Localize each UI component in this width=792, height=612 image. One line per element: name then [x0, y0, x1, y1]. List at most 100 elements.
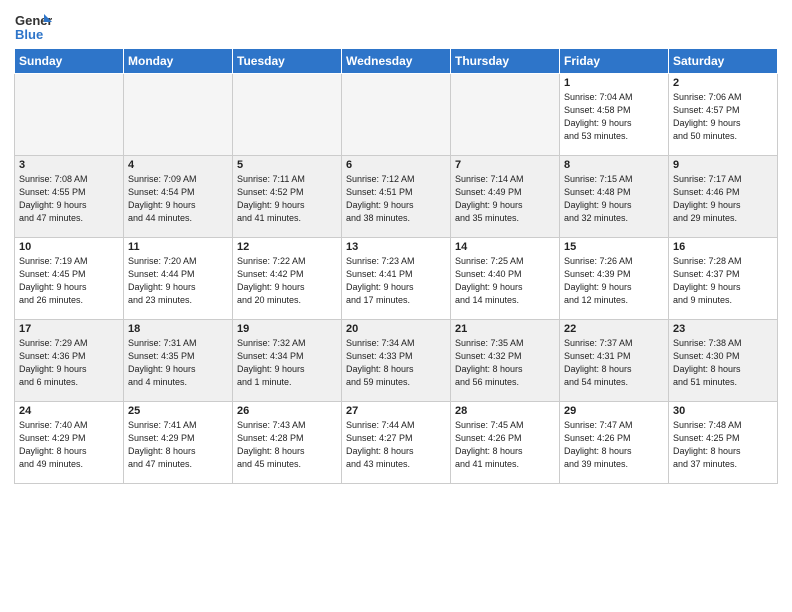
weekday-header: Wednesday: [342, 49, 451, 74]
day-number: 12: [237, 241, 337, 253]
day-info: Sunrise: 7:41 AMSunset: 4:29 PMDaylight:…: [128, 419, 228, 471]
calendar-cell: 3 Sunrise: 7:08 AMSunset: 4:55 PMDaylight…: [15, 156, 124, 238]
day-info: Sunrise: 7:37 AMSunset: 4:31 PMDaylight:…: [564, 337, 664, 389]
day-number: 7: [455, 159, 555, 171]
day-number: 8: [564, 159, 664, 171]
day-info: Sunrise: 7:11 AMSunset: 4:52 PMDaylight:…: [237, 173, 337, 225]
day-number: 28: [455, 405, 555, 417]
calendar-cell: 6 Sunrise: 7:12 AMSunset: 4:51 PMDaylight…: [342, 156, 451, 238]
calendar-week-row: 1 Sunrise: 7:04 AMSunset: 4:58 PMDaylight…: [15, 74, 778, 156]
day-number: 11: [128, 241, 228, 253]
calendar-cell: 5 Sunrise: 7:11 AMSunset: 4:52 PMDaylight…: [233, 156, 342, 238]
day-info: Sunrise: 7:32 AMSunset: 4:34 PMDaylight:…: [237, 337, 337, 389]
weekday-header: Thursday: [451, 49, 560, 74]
calendar-cell: 8 Sunrise: 7:15 AMSunset: 4:48 PMDaylight…: [560, 156, 669, 238]
day-info: Sunrise: 7:14 AMSunset: 4:49 PMDaylight:…: [455, 173, 555, 225]
day-info: Sunrise: 7:28 AMSunset: 4:37 PMDaylight:…: [673, 255, 773, 307]
day-number: 2: [673, 77, 773, 89]
calendar-cell: 4 Sunrise: 7:09 AMSunset: 4:54 PMDaylight…: [124, 156, 233, 238]
calendar-cell: 19Sunrise: 7:32 AMSunset: 4:34 PMDayligh…: [233, 320, 342, 402]
day-number: 27: [346, 405, 446, 417]
calendar-cell: 23Sunrise: 7:38 AMSunset: 4:30 PMDayligh…: [669, 320, 778, 402]
day-info: Sunrise: 7:35 AMSunset: 4:32 PMDaylight:…: [455, 337, 555, 389]
calendar-cell: [451, 74, 560, 156]
calendar-cell: 24Sunrise: 7:40 AMSunset: 4:29 PMDayligh…: [15, 402, 124, 484]
calendar-cell: 17 Sunrise: 7:29 AMSunset: 4:36 PMDayligh…: [15, 320, 124, 402]
day-number: 20: [346, 323, 446, 335]
day-info: Sunrise: 7:29 AMSunset: 4:36 PMDaylight:…: [19, 337, 119, 389]
page-header: General Blue: [14, 10, 778, 44]
day-info: Sunrise: 7:31 AMSunset: 4:35 PMDaylight:…: [128, 337, 228, 389]
logo-icon: General Blue: [14, 10, 52, 44]
calendar-cell: 15 Sunrise: 7:26 AMSunset: 4:39 PMDayligh…: [560, 238, 669, 320]
day-number: 5: [237, 159, 337, 171]
day-number: 9: [673, 159, 773, 171]
day-number: 17: [19, 323, 119, 335]
calendar-week-row: 24Sunrise: 7:40 AMSunset: 4:29 PMDayligh…: [15, 402, 778, 484]
svg-text:Blue: Blue: [15, 27, 43, 42]
calendar-cell: [15, 74, 124, 156]
calendar-cell: 22 Sunrise: 7:37 AMSunset: 4:31 PMDayligh…: [560, 320, 669, 402]
day-info: Sunrise: 7:15 AMSunset: 4:48 PMDaylight:…: [564, 173, 664, 225]
calendar-week-row: 3 Sunrise: 7:08 AMSunset: 4:55 PMDaylight…: [15, 156, 778, 238]
calendar-cell: 21Sunrise: 7:35 AMSunset: 4:32 PMDayligh…: [451, 320, 560, 402]
day-info: Sunrise: 7:40 AMSunset: 4:29 PMDaylight:…: [19, 419, 119, 471]
day-number: 30: [673, 405, 773, 417]
day-number: 22: [564, 323, 664, 335]
day-info: Sunrise: 7:08 AMSunset: 4:55 PMDaylight:…: [19, 173, 119, 225]
calendar-cell: [342, 74, 451, 156]
calendar-cell: 29 Sunrise: 7:47 AMSunset: 4:26 PMDayligh…: [560, 402, 669, 484]
calendar-cell: 25 Sunrise: 7:41 AMSunset: 4:29 PMDayligh…: [124, 402, 233, 484]
day-info: Sunrise: 7:20 AMSunset: 4:44 PMDaylight:…: [128, 255, 228, 307]
day-info: Sunrise: 7:25 AMSunset: 4:40 PMDaylight:…: [455, 255, 555, 307]
day-number: 1: [564, 77, 664, 89]
weekday-header: Friday: [560, 49, 669, 74]
day-number: 25: [128, 405, 228, 417]
day-number: 4: [128, 159, 228, 171]
day-info: Sunrise: 7:06 AMSunset: 4:57 PMDaylight:…: [673, 91, 773, 143]
calendar-cell: 1 Sunrise: 7:04 AMSunset: 4:58 PMDaylight…: [560, 74, 669, 156]
calendar-cell: 18 Sunrise: 7:31 AMSunset: 4:35 PMDayligh…: [124, 320, 233, 402]
day-number: 6: [346, 159, 446, 171]
day-number: 3: [19, 159, 119, 171]
calendar-cell: 9Sunrise: 7:17 AMSunset: 4:46 PMDaylight…: [669, 156, 778, 238]
day-number: 15: [564, 241, 664, 253]
day-info: Sunrise: 7:44 AMSunset: 4:27 PMDaylight:…: [346, 419, 446, 471]
day-info: Sunrise: 7:43 AMSunset: 4:28 PMDaylight:…: [237, 419, 337, 471]
day-number: 18: [128, 323, 228, 335]
day-info: Sunrise: 7:26 AMSunset: 4:39 PMDaylight:…: [564, 255, 664, 307]
day-info: Sunrise: 7:45 AMSunset: 4:26 PMDaylight:…: [455, 419, 555, 471]
calendar-cell: 30 Sunrise: 7:48 AMSunset: 4:25 PMDayligh…: [669, 402, 778, 484]
day-info: Sunrise: 7:47 AMSunset: 4:26 PMDaylight:…: [564, 419, 664, 471]
calendar-header-row: SundayMondayTuesdayWednesdayThursdayFrid…: [15, 49, 778, 74]
calendar-week-row: 17 Sunrise: 7:29 AMSunset: 4:36 PMDayligh…: [15, 320, 778, 402]
day-info: Sunrise: 7:09 AMSunset: 4:54 PMDaylight:…: [128, 173, 228, 225]
calendar-week-row: 10Sunrise: 7:19 AMSunset: 4:45 PMDayligh…: [15, 238, 778, 320]
day-number: 29: [564, 405, 664, 417]
calendar-cell: 2 Sunrise: 7:06 AMSunset: 4:57 PMDaylight…: [669, 74, 778, 156]
day-info: Sunrise: 7:19 AMSunset: 4:45 PMDaylight:…: [19, 255, 119, 307]
calendar-cell: 28 Sunrise: 7:45 AMSunset: 4:26 PMDayligh…: [451, 402, 560, 484]
day-number: 26: [237, 405, 337, 417]
calendar-cell: [124, 74, 233, 156]
day-info: Sunrise: 7:34 AMSunset: 4:33 PMDaylight:…: [346, 337, 446, 389]
calendar-table: SundayMondayTuesdayWednesdayThursdayFrid…: [14, 48, 778, 484]
day-number: 16: [673, 241, 773, 253]
day-number: 14: [455, 241, 555, 253]
calendar-cell: 12 Sunrise: 7:22 AMSunset: 4:42 PMDayligh…: [233, 238, 342, 320]
day-info: Sunrise: 7:04 AMSunset: 4:58 PMDaylight:…: [564, 91, 664, 143]
calendar-cell: 7 Sunrise: 7:14 AMSunset: 4:49 PMDaylight…: [451, 156, 560, 238]
calendar-cell: 20 Sunrise: 7:34 AMSunset: 4:33 PMDayligh…: [342, 320, 451, 402]
weekday-header: Sunday: [15, 49, 124, 74]
calendar-cell: 10Sunrise: 7:19 AMSunset: 4:45 PMDayligh…: [15, 238, 124, 320]
day-info: Sunrise: 7:12 AMSunset: 4:51 PMDaylight:…: [346, 173, 446, 225]
day-number: 23: [673, 323, 773, 335]
calendar-cell: 14 Sunrise: 7:25 AMSunset: 4:40 PMDayligh…: [451, 238, 560, 320]
logo: General Blue: [14, 10, 52, 44]
calendar-cell: [233, 74, 342, 156]
day-info: Sunrise: 7:22 AMSunset: 4:42 PMDaylight:…: [237, 255, 337, 307]
weekday-header: Monday: [124, 49, 233, 74]
day-info: Sunrise: 7:48 AMSunset: 4:25 PMDaylight:…: [673, 419, 773, 471]
calendar-cell: 11 Sunrise: 7:20 AMSunset: 4:44 PMDayligh…: [124, 238, 233, 320]
weekday-header: Saturday: [669, 49, 778, 74]
